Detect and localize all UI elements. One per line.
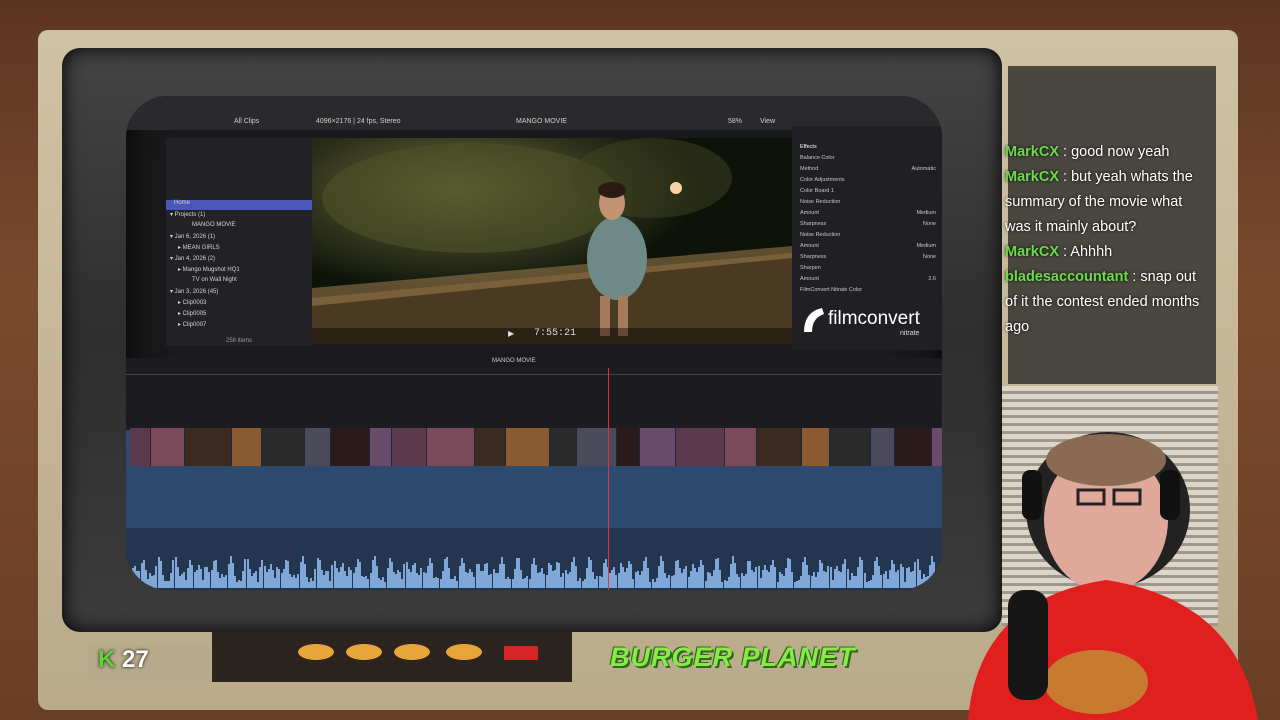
all-clips-dropdown[interactable]: All Clips (234, 118, 259, 125)
clip-thumbnail[interactable] (427, 428, 475, 466)
clip-thumbnail[interactable] (151, 428, 185, 466)
playhead[interactable] (608, 368, 609, 590)
tv-knob-panel (212, 632, 572, 682)
inspector-row[interactable]: Sharpen (800, 265, 936, 275)
sidebar-item[interactable]: ▾ Jan 4, 2026 (2) (166, 255, 316, 265)
clip-thumbnail[interactable] (305, 428, 331, 466)
filmconvert-sub: nitrate (900, 330, 920, 337)
clip-thumbnail[interactable] (830, 428, 871, 466)
sidebar-item[interactable]: ▸ Clip0003 (166, 299, 324, 309)
streamer-image (968, 432, 1258, 720)
inspector-value[interactable]: Automatic (912, 166, 936, 172)
timeline: MANGO MOVIE (126, 358, 942, 590)
chat-text: good now yeah (1071, 144, 1170, 160)
clip-thumbnail[interactable] (640, 428, 676, 466)
clip-thumbnail[interactable] (331, 428, 370, 466)
viewer-project-title: MANGO MOVIE (516, 118, 567, 125)
sidebar-item[interactable]: ▸ Clip0007 (166, 321, 324, 331)
inspector-row[interactable]: Balance Color (800, 155, 936, 165)
clip-thumbnail[interactable] (370, 428, 392, 466)
clip-thumbnail[interactable] (676, 428, 725, 466)
zoom-dropdown[interactable]: 58% (728, 118, 742, 125)
webcam-feed (928, 390, 1280, 720)
sidebar-item[interactable]: Home (166, 200, 320, 210)
kick-icon: K (98, 646, 116, 673)
inspector-label: Method (800, 166, 819, 172)
inspector-row[interactable]: Noise Reduction (800, 232, 936, 242)
inspector-label: Amount (800, 276, 819, 282)
clip-thumbnail[interactable] (130, 428, 151, 466)
inspector-row: Amount Medium (800, 243, 936, 253)
clip-thumbnail[interactable] (185, 428, 232, 466)
clip-thumbnail[interactable] (802, 428, 830, 466)
kick-counter: K 27 (98, 646, 149, 674)
inspector-row: Effects (800, 144, 817, 150)
tv-screen: All Clips 4096×2176 | 24 fps, Stereo MAN… (126, 96, 942, 590)
viewer-frame: ▶ 7:55:21 (312, 138, 792, 344)
inspector-row: Sharpness None (800, 254, 936, 264)
inspector-value[interactable]: Medium (916, 243, 936, 249)
clip-thumbnail[interactable] (577, 428, 617, 466)
clip-thumbnail[interactable] (617, 428, 640, 466)
clip-thumbnail[interactable] (232, 428, 262, 466)
inspector-label: Sharpness (800, 221, 827, 227)
inspector-value[interactable]: Medium (916, 210, 936, 216)
clip-thumbnail[interactable] (725, 428, 757, 466)
inspector-row[interactable]: Color Adjustments (800, 177, 936, 187)
clip-thumbnail[interactable] (262, 428, 305, 466)
timeline-project-label[interactable]: MANGO MOVIE (492, 358, 536, 364)
chat-message: MarkCX : but yeah whats the summary of t… (1005, 169, 1193, 235)
kick-count: 27 (122, 646, 149, 673)
filmconvert-logo: filmconvert nitrate (800, 304, 938, 340)
inspector-row: Amount 2.6 (800, 276, 936, 286)
chat-username: MarkCX (1005, 244, 1059, 260)
inspector-row[interactable]: Noise Reduction (800, 199, 936, 209)
inspector-value[interactable]: None (923, 221, 936, 227)
clip-thumbnail[interactable] (757, 428, 802, 466)
inspector-value[interactable]: 2.6 (928, 276, 936, 282)
clip-thumbnail[interactable] (871, 428, 895, 466)
chat-message: bladesaccountant : snap out of it the co… (1005, 269, 1200, 335)
inspector-row[interactable]: Color Board 1 (800, 188, 936, 198)
chat-text: Ahhhh (1070, 244, 1113, 260)
sidebar-item[interactable]: ▸ Clip0005 (166, 310, 324, 320)
chat-message: MarkCX : good now yeah (1005, 144, 1170, 160)
chat-username: MarkCX (1005, 144, 1059, 160)
inspector-panel: Effects Balance Color Method Automatic Co… (792, 126, 942, 350)
sidebar-item[interactable]: ▸ Mango Mugshot HQ1 (166, 266, 324, 276)
inspector-label: Amount (800, 243, 819, 249)
play-icon[interactable]: ▶ (508, 329, 514, 338)
sidebar-item[interactable]: ▸ MEAN GIRLS (166, 244, 324, 254)
inspector-row: Amount Medium (800, 210, 936, 220)
format-info: 4096×2176 | 24 fps, Stereo (316, 118, 401, 125)
clip-thumbnail[interactable] (392, 428, 427, 466)
fcp-toolbar: All Clips 4096×2176 | 24 fps, Stereo MAN… (126, 96, 942, 130)
inspector-row: Method Automatic (800, 166, 936, 176)
clip-thumbnail[interactable] (475, 428, 506, 466)
chat-username: bladesaccountant (1005, 269, 1129, 285)
chat-message: MarkCX : Ahhhh (1005, 244, 1113, 260)
libraries-sidebar: Home ▾ Projects (1) MANGO MOVIE ▾ Jan 6,… (166, 138, 320, 346)
inspector-label: Amount (800, 210, 819, 216)
chat-username: MarkCX (1005, 169, 1059, 185)
burger-planet-brand: BURGER PLANET (610, 642, 856, 672)
timeline-ruler (126, 368, 942, 375)
inspector-row[interactable]: FilmConvert Nitrate Color (800, 287, 936, 297)
filmconvert-name: filmconvert (828, 308, 920, 329)
video-frame-image (312, 138, 792, 344)
sidebar-item[interactable]: ▾ Jan 3, 2026 (45) (166, 288, 316, 298)
filmconvert-icon (804, 308, 824, 332)
chat-log: MarkCX : good now yeah MarkCX : but yeah… (1005, 140, 1210, 380)
clip-thumbnail[interactable] (550, 428, 577, 466)
sidebar-item[interactable]: ▾ Jan 6, 2026 (1) (166, 233, 316, 243)
inspector-label: Sharpness (800, 254, 827, 260)
view-menu[interactable]: View (760, 118, 775, 125)
inspector-value[interactable]: None (923, 254, 936, 260)
clip-thumbnail[interactable] (506, 428, 550, 466)
inspector-row: Sharpness None (800, 221, 936, 231)
timecode-display: 7:55:21 (534, 328, 577, 339)
clip-thumbnail[interactable] (895, 428, 932, 466)
sidebar-item[interactable]: ▾ Projects (1) (166, 211, 316, 221)
